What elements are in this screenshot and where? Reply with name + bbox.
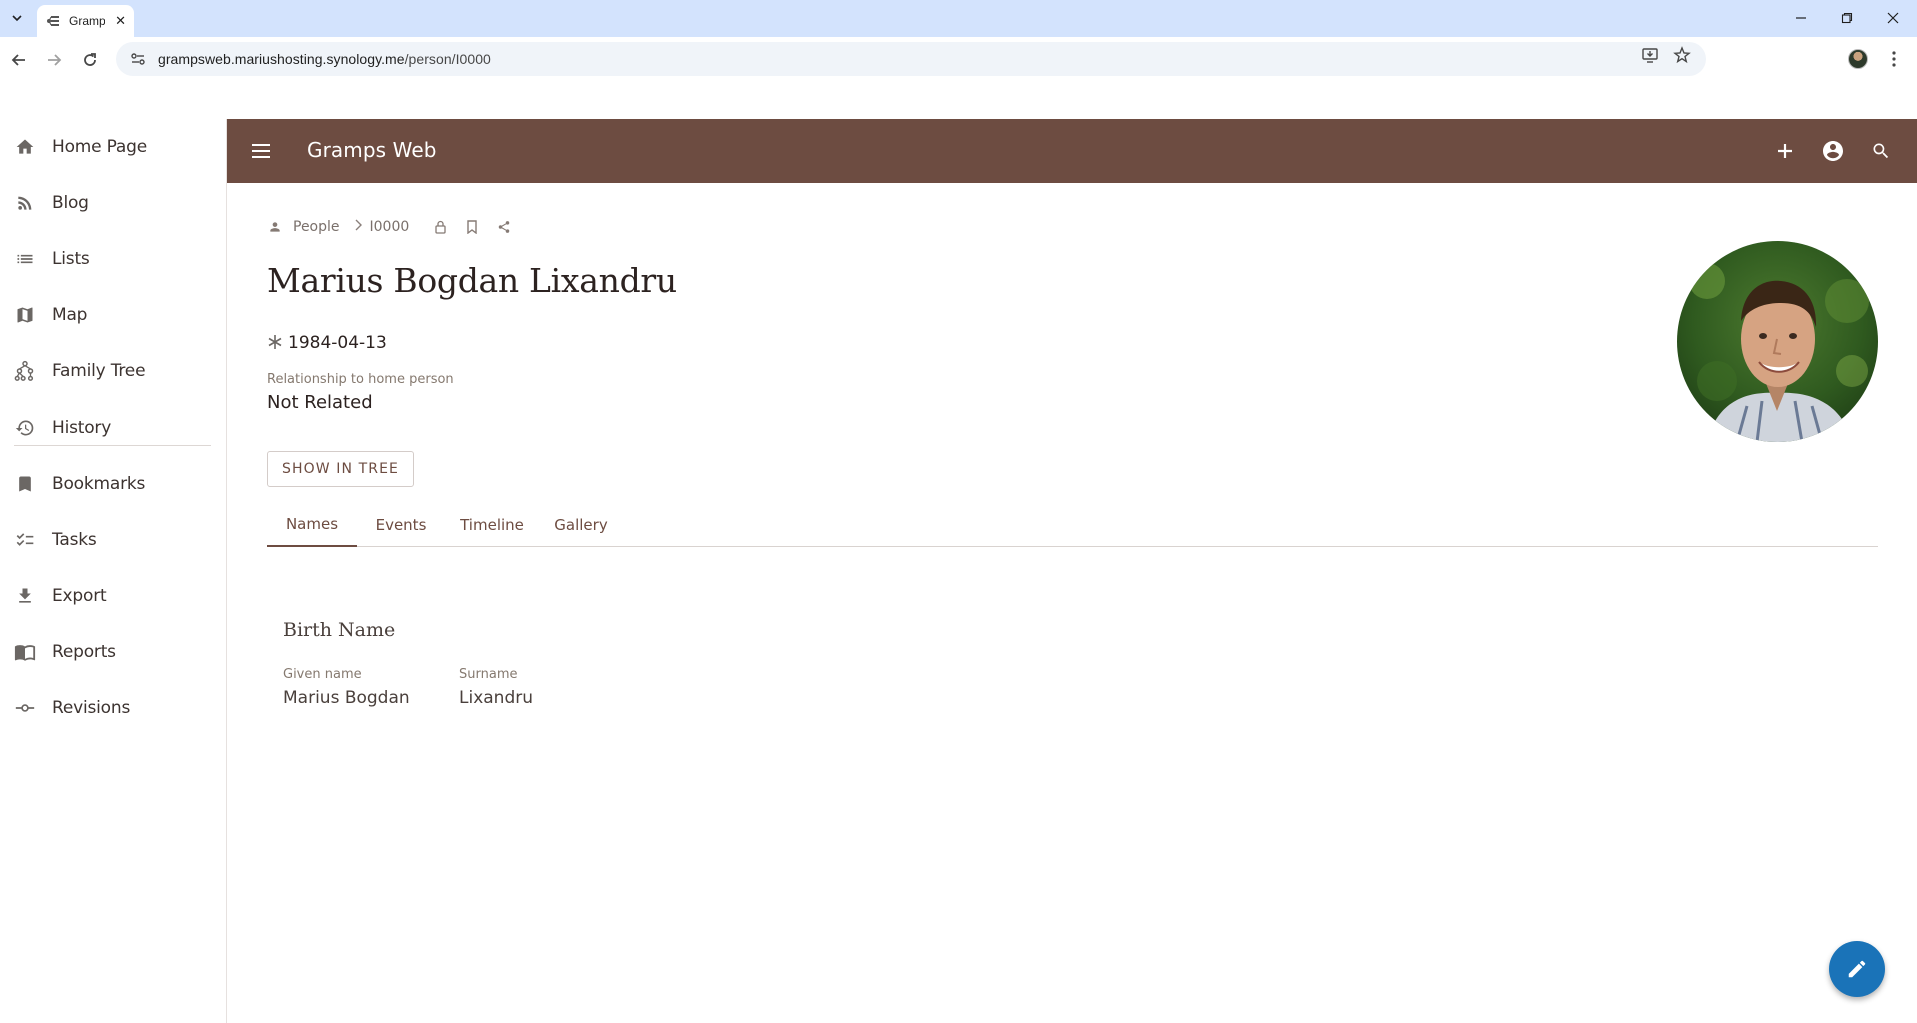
browser-tab-title: Gramps Web — [69, 14, 105, 28]
tab-gallery[interactable]: Gallery — [539, 503, 623, 547]
bookmark-star-icon[interactable] — [1672, 45, 1692, 65]
given-name-label: Given name — [283, 667, 362, 682]
drawer-item-blog[interactable]: Blog — [0, 175, 226, 231]
drawer-item-label: Export — [52, 586, 107, 606]
browser-toolbar: grampsweb.mariushosting.synology.me/pers… — [0, 37, 1917, 82]
rss-icon — [14, 192, 36, 214]
reports-icon — [14, 641, 36, 663]
drawer-item-label: Revisions — [52, 698, 131, 718]
drawer-item-home[interactable]: Home Page — [0, 119, 226, 175]
drawer-item-reports[interactable]: Reports — [0, 624, 226, 680]
drawer-item-map[interactable]: Map — [0, 287, 226, 343]
chevron-down-icon — [12, 15, 22, 22]
app-top-bar: Gramps Web — [227, 119, 1917, 183]
birth-info: 1984-04-13 — [267, 331, 387, 355]
minimize-icon[interactable] — [1791, 8, 1811, 28]
drawer-item-label: Bookmarks — [52, 474, 146, 494]
add-icon[interactable] — [1773, 139, 1797, 163]
breadcrumb-person-id: I0000 — [369, 219, 410, 235]
surname-label: Surname — [459, 667, 518, 682]
drawer-item-bookmarks[interactable]: Bookmarks — [0, 456, 226, 512]
drawer-item-lists[interactable]: Lists — [0, 231, 226, 287]
url-text[interactable]: grampsweb.mariushosting.synology.me/pers… — [158, 51, 491, 67]
search-icon[interactable] — [1869, 139, 1893, 163]
tab-search-button[interactable] — [6, 6, 28, 30]
drawer-item-family-tree[interactable]: Family Tree — [0, 343, 226, 399]
commit-icon — [14, 697, 36, 719]
download-icon — [14, 585, 36, 607]
edit-fab-button[interactable] — [1829, 941, 1885, 997]
drawer-item-history[interactable]: History — [0, 400, 226, 456]
family-tree-icon — [14, 360, 36, 382]
birth-date: 1984-04-13 — [288, 333, 387, 353]
drawer-item-label: Tasks — [52, 530, 97, 550]
person-detail-view: People I0000 Marius Bogdan Lixandru 1984… — [227, 183, 1917, 1023]
forward-icon[interactable] — [43, 49, 65, 71]
relationship-label: Relationship to home person — [267, 372, 454, 387]
chevron-right-icon — [354, 219, 362, 235]
home-icon — [14, 136, 36, 158]
browser-tab[interactable]: Gramps Web ✕ — [37, 5, 134, 37]
map-icon — [14, 304, 36, 326]
lock-icon[interactable] — [431, 218, 449, 236]
birth-asterisk-icon — [267, 331, 283, 355]
list-icon — [14, 248, 36, 270]
browser-menu-icon[interactable] — [1886, 47, 1902, 71]
close-window-icon[interactable] — [1883, 8, 1903, 28]
profile-avatar[interactable] — [1848, 49, 1868, 69]
tab-close-icon[interactable]: ✕ — [115, 13, 126, 29]
drawer-item-label: Map — [52, 305, 88, 325]
relationship-value: Not Related — [267, 392, 373, 413]
person-tabs: Names Events Timeline Gallery — [267, 503, 1878, 547]
gramps-favicon-icon — [45, 13, 61, 29]
drawer-item-export[interactable]: Export — [0, 568, 226, 624]
install-app-icon[interactable] — [1640, 45, 1660, 65]
account-icon[interactable] — [1821, 139, 1845, 163]
drawer-item-label: Family Tree — [52, 361, 146, 381]
drawer-item-tasks[interactable]: Tasks — [0, 512, 226, 568]
tab-timeline[interactable]: Timeline — [445, 503, 539, 547]
address-bar[interactable]: grampsweb.mariushosting.synology.me/pers… — [116, 42, 1706, 76]
drawer-item-label: Home Page — [52, 137, 147, 157]
birth-name-heading: Birth Name — [283, 619, 396, 641]
bookmark-icon — [14, 473, 36, 495]
person-name: Marius Bogdan Lixandru — [267, 261, 677, 300]
given-name-value: Marius Bogdan — [283, 688, 410, 708]
drawer-item-label: History — [52, 418, 112, 438]
history-icon — [14, 417, 36, 439]
url-host: grampsweb.mariushosting.synology.me — [158, 51, 405, 67]
breadcrumb-people-link[interactable]: People — [293, 219, 340, 235]
back-icon[interactable] — [8, 49, 30, 71]
app-title: Gramps Web — [307, 138, 437, 162]
bookmark-outline-icon[interactable] — [463, 218, 481, 236]
drawer-item-label: Blog — [52, 193, 89, 213]
person-photo[interactable] — [1677, 241, 1878, 442]
tasks-icon — [14, 529, 36, 551]
tab-names[interactable]: Names — [267, 503, 357, 547]
navigation-drawer: Home Page Blog Lists Map Family Tree His… — [0, 119, 227, 1023]
person-icon — [267, 219, 283, 235]
drawer-item-revisions[interactable]: Revisions — [0, 680, 226, 736]
drawer-item-label: Lists — [52, 249, 90, 269]
browser-tab-strip: Gramps Web ✕ — [0, 0, 1917, 37]
show-in-tree-button[interactable]: SHOW IN TREE — [267, 451, 414, 487]
share-icon[interactable] — [495, 218, 513, 236]
gramps-app: Home Page Blog Lists Map Family Tree His… — [0, 82, 1917, 1023]
reload-icon[interactable] — [79, 49, 101, 71]
edit-pencil-icon — [1848, 960, 1866, 978]
restore-icon[interactable] — [1837, 8, 1857, 28]
surname-value: Lixandru — [459, 688, 534, 708]
menu-icon[interactable] — [249, 139, 273, 163]
breadcrumb: People I0000 — [267, 217, 513, 237]
drawer-item-label: Reports — [52, 642, 116, 662]
site-settings-icon[interactable] — [128, 49, 148, 69]
url-path: /person/I0000 — [404, 51, 491, 67]
tab-events[interactable]: Events — [357, 503, 445, 547]
